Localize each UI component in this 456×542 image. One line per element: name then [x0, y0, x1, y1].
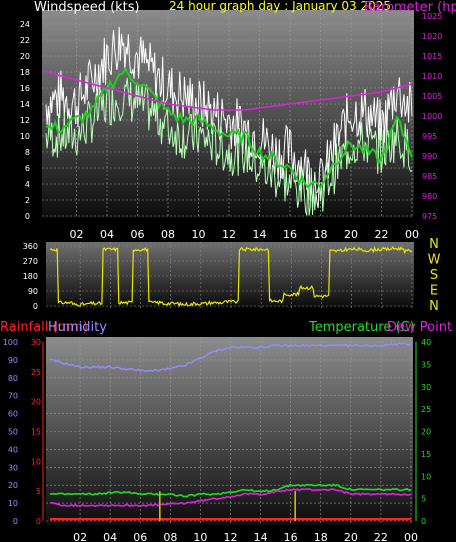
wind-x-tick-label: 02	[70, 228, 84, 241]
temperature-tick-label: 35	[421, 360, 431, 369]
humidity-axis-label: Humidity	[48, 320, 107, 335]
wind-y-tick-label: 6	[25, 164, 30, 173]
wind-x-tick-label: 06	[131, 228, 145, 241]
temp-x-tick-label: 16	[284, 531, 298, 542]
windspeed-axis-label: Windspeed (kts)	[34, 0, 140, 15]
compass-label: E	[430, 284, 438, 299]
rain-tick-label: 10	[31, 457, 41, 466]
direction-y-tick-label: 360	[23, 242, 38, 251]
wind-x-tick-label: 22	[375, 228, 389, 241]
wind-x-tick-label: 04	[100, 228, 114, 241]
wind-y-tick-label: 0	[25, 212, 30, 221]
temp-x-tick-label: 10	[193, 531, 207, 542]
direction-y-tick-label: 180	[23, 272, 38, 281]
temperature-tick-label: 5	[421, 495, 426, 504]
direction-y-tick-label: 0	[33, 302, 38, 311]
temperature-tick-label: 20	[421, 428, 431, 437]
humidity-tick-label: 40	[8, 445, 18, 454]
temp-x-tick-label: 04	[103, 531, 117, 542]
temperature-tick-label: 30	[421, 383, 431, 392]
wind-x-tick-label: 12	[222, 228, 236, 241]
barometer-axis-label: Barometer (hpa)	[364, 0, 456, 15]
barometer-tick-label: 1000	[422, 112, 442, 121]
temp-x-tick-label: 22	[374, 531, 388, 542]
barometer-tick-label: 1020	[422, 32, 442, 41]
wind-y-tick-label: 24	[20, 20, 30, 29]
humidity-tick-label: 80	[8, 374, 18, 383]
direction-y-tick-label: 270	[23, 257, 38, 266]
humidity-tick-label: 50	[8, 428, 18, 437]
barometer-tick-label: 985	[422, 172, 437, 181]
dewpoint-axis-label: Dew Point (C)	[387, 320, 456, 335]
temp-x-tick-label: 02	[73, 531, 87, 542]
wind-y-tick-label: 16	[20, 84, 30, 93]
rain-tick-label: 0	[36, 517, 41, 526]
compass-label: N	[429, 237, 439, 252]
compass-label: W	[428, 253, 441, 268]
wind-x-tick-label: 18	[314, 228, 328, 241]
humidity-tick-label: 30	[8, 463, 18, 472]
wind-y-tick-label: 4	[25, 180, 30, 189]
barometer-tick-label: 1005	[422, 92, 442, 101]
temperature-tick-label: 15	[421, 450, 431, 459]
wind-y-tick-label: 20	[20, 52, 30, 61]
barometer-tick-label: 980	[422, 192, 437, 201]
temp-x-tick-label: 00	[404, 531, 418, 542]
temperature-tick-label: 0	[421, 517, 426, 526]
temp-x-tick-label: 20	[344, 531, 358, 542]
humidity-tick-label: 20	[8, 481, 18, 490]
wind-x-tick-label: 10	[192, 228, 206, 241]
barometer-tick-label: 990	[422, 152, 437, 161]
temp-x-tick-label: 14	[254, 531, 268, 542]
wind-x-tick-label: 14	[253, 228, 267, 241]
temp-x-tick-label: 18	[314, 531, 328, 542]
barometer-tick-label: 995	[422, 132, 437, 141]
humidity-tick-label: 100	[3, 338, 18, 347]
rain-tick-label: 20	[31, 398, 41, 407]
temp-x-tick-label: 06	[133, 531, 147, 542]
temp-x-tick-label: 08	[163, 531, 177, 542]
weather-graph-canvas: 0246810121416182022249759809859909951000…	[0, 0, 456, 542]
wind-y-tick-label: 10	[20, 132, 30, 141]
barometer-tick-label: 975	[422, 212, 437, 221]
barometer-tick-label: 1015	[422, 52, 442, 61]
wind-y-tick-label: 12	[20, 116, 30, 125]
wind-y-tick-label: 14	[20, 100, 30, 109]
temperature-tick-label: 40	[421, 338, 431, 347]
wind-y-tick-label: 2	[25, 196, 30, 205]
temperature-tick-label: 10	[421, 472, 431, 481]
humidity-tick-label: 0	[13, 517, 18, 526]
direction-plot-area	[46, 242, 414, 308]
humidity-tick-label: 10	[8, 499, 18, 508]
wind-x-tick-label: 20	[344, 228, 358, 241]
temp-x-tick-label: 12	[224, 531, 238, 542]
wind-x-tick-label: 08	[161, 228, 175, 241]
wind-y-tick-label: 22	[20, 36, 30, 45]
compass-label: S	[430, 268, 438, 283]
humidity-tick-label: 90	[8, 356, 18, 365]
rain-tick-label: 25	[31, 368, 41, 377]
humidity-tick-label: 60	[8, 410, 18, 419]
barometer-tick-label: 1010	[422, 72, 442, 81]
rain-tick-label: 15	[31, 428, 41, 437]
wind-y-tick-label: 18	[20, 68, 30, 77]
direction-y-tick-label: 90	[28, 287, 38, 296]
wind-plot-area	[42, 10, 414, 218]
wind-y-tick-label: 8	[25, 148, 30, 157]
wind-x-tick-label: 00	[405, 228, 419, 241]
wind-x-tick-label: 16	[283, 228, 297, 241]
chart-title: 24 hour graph day : January 03 2025	[169, 0, 391, 13]
compass-label: N	[429, 299, 439, 314]
temperature-tick-label: 25	[421, 405, 431, 414]
rain-tick-label: 30	[31, 338, 41, 347]
humidity-tick-label: 70	[8, 392, 18, 401]
rain-tick-label: 5	[36, 487, 41, 496]
